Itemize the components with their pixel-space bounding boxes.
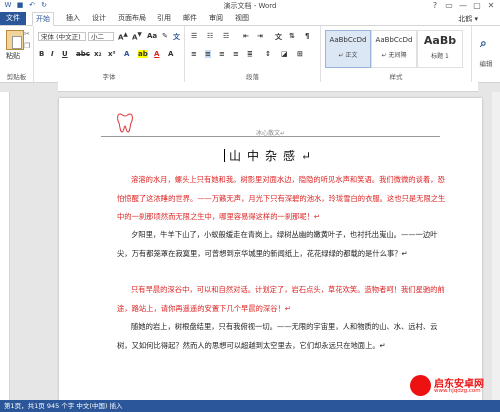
paragraph-label: 段落: [246, 73, 259, 81]
header-divider: [101, 136, 440, 137]
paste-icon[interactable]: [6, 30, 24, 50]
font-color-icon[interactable]: A: [154, 50, 159, 58]
decrease-indent-icon[interactable]: ⇤: [243, 32, 249, 40]
italic-button[interactable]: I: [51, 50, 54, 58]
style-no-spacing[interactable]: AaBbCcDd ↵ 无间隔: [371, 30, 417, 68]
tab-home[interactable]: 开始: [32, 12, 54, 26]
tab-design[interactable]: 设计: [92, 13, 106, 23]
vertical-ruler[interactable]: [0, 92, 10, 400]
style-sample: AaBb: [423, 34, 457, 47]
font-name-select[interactable]: 宋体 (中文正): [38, 32, 86, 41]
cut-icon[interactable]: ✂: [24, 30, 30, 38]
show-marks-icon[interactable]: ¶: [305, 32, 309, 40]
subscript-button[interactable]: x₂: [94, 50, 102, 58]
status-text: 第1页，共1页 945 个字 中文(中国) 插入: [4, 402, 123, 410]
style-name: 标题 1: [431, 53, 449, 60]
watermark: 启东安卓网 www.hjqdzg.com: [408, 373, 494, 399]
strikethrough-button[interactable]: abc: [76, 50, 90, 58]
font-group: 宋体 (中文正) 小二 A▲ A▼ Aa ✎ 文 B I U abc x₂ x²…: [34, 26, 185, 82]
ribbon-tabs: 文件 开始 插入 设计 页面布局 引用 邮件 审阅 视图 北鹤 ▾: [0, 12, 500, 26]
bold-button[interactable]: B: [39, 50, 44, 58]
maximize-button[interactable]: ▢: [470, 0, 484, 12]
horizontal-ruler[interactable]: [58, 82, 478, 92]
copy-icon[interactable]: ❐: [24, 42, 30, 50]
minimize-button[interactable]: —: [456, 0, 470, 12]
tab-references[interactable]: 引用: [157, 13, 171, 23]
find-icon[interactable]: ⌕: [480, 36, 487, 51]
window-title: 演示文档 - Word: [223, 2, 277, 10]
paragraph-1[interactable]: 溶溶的水月，螺头上只有她和我。树影里对面水边，隐隐的听见水声和笑语。我们微微的谈…: [117, 171, 447, 227]
style-sample: AaBbCcDd: [375, 36, 413, 44]
shrink-font-icon[interactable]: A▼: [132, 32, 142, 41]
char-shading-icon[interactable]: A: [168, 50, 173, 58]
change-case-icon[interactable]: Aa: [147, 32, 157, 40]
paragraph-group: ☰ ☷ ☲ ⇤ ⇥ 文 ⇅ ¶ ≡ ≡ ≡ ≡ ≣ ↕ ◪ ⊞ 段落: [185, 26, 321, 82]
style-sample: AaBbCcDd: [329, 36, 367, 44]
document-title[interactable]: 山中杂感↵: [59, 147, 482, 164]
clear-format-icon[interactable]: ✎: [162, 32, 168, 40]
underline-button[interactable]: U: [62, 50, 68, 58]
bullets-icon[interactable]: ☰: [191, 32, 197, 40]
style-heading-1[interactable]: AaBb 标题 1: [417, 30, 463, 68]
vertical-scrollbar[interactable]: [492, 92, 500, 400]
window-controls: ? ▭ — ▢ ✕: [428, 0, 498, 12]
paragraph-3[interactable]: 只有早晨的深谷中，可以和自然对话。计划定了，岩石点头，草花欢笑。造物者呵！我们星…: [117, 281, 447, 318]
user-account[interactable]: 北鹤 ▾: [458, 14, 478, 24]
paste-button[interactable]: 粘贴: [6, 51, 20, 61]
grow-font-icon[interactable]: A▲: [118, 32, 128, 41]
style-normal[interactable]: AaBbCcDd ↵ 正文: [325, 30, 371, 68]
align-right-icon[interactable]: ≡: [219, 50, 225, 58]
clipboard-label: 剪贴板: [6, 73, 27, 81]
ribbon-display-button[interactable]: ▭: [442, 0, 456, 12]
close-button[interactable]: ✕: [484, 0, 498, 12]
font-size-select[interactable]: 小二: [88, 32, 114, 41]
tab-view[interactable]: 视图: [235, 13, 249, 23]
tab-review[interactable]: 审阅: [209, 13, 223, 23]
title-bar: W ■ ↶ ↻ 演示文档 - Word ? ▭ — ▢ ✕: [0, 0, 500, 12]
paragraph-2[interactable]: 夕阳里，牛羊下山了，小蚁般缓走在青岗上。绿树丛幽的嫩黄叶子，也衬托出嵬山。——一…: [117, 226, 447, 263]
tab-page-layout[interactable]: 页面布局: [118, 13, 146, 23]
document-page[interactable]: 冰心散文↵ 山中杂感↵ 溶溶的水月，螺头上只有她和我。树影里对面水边，隐隐的听见…: [59, 98, 482, 400]
watermark-logo-icon: [410, 375, 431, 396]
status-bar: 第1页，共1页 945 个字 中文(中国) 插入: [0, 400, 500, 412]
styles-label: 样式: [389, 73, 403, 81]
highlight-icon[interactable]: ab: [138, 50, 148, 58]
sort-icon[interactable]: ⇅: [289, 32, 295, 40]
shading-icon[interactable]: ◪: [281, 50, 288, 58]
superscript-button[interactable]: x²: [108, 50, 116, 58]
style-name: ↵ 正文: [338, 52, 358, 59]
paragraph-4[interactable]: 随她的岩上，树根盘结里，只有我俯视一切。——无限的宇宙里，人和物质的山、水、远村…: [117, 318, 447, 355]
chinese-layout-icon[interactable]: 文: [275, 32, 282, 42]
font-label: 字体: [102, 73, 116, 81]
phonetic-icon[interactable]: 文: [173, 32, 180, 42]
ribbon: 粘贴 ✂ ❐ 剪贴板 宋体 (中文正) 小二 A▲ A▼ Aa ✎ 文 B I …: [0, 26, 500, 83]
watermark-url: www.hjqdzg.com: [434, 388, 481, 394]
align-center-icon[interactable]: ≡: [205, 50, 211, 58]
line-spacing-icon[interactable]: ↕: [265, 50, 271, 58]
style-name: ↵ 无间隔: [381, 52, 407, 59]
tab-mailings[interactable]: 邮件: [183, 13, 197, 23]
document-title-text: 山中杂感↵: [228, 149, 318, 163]
increase-indent-icon[interactable]: ⇥: [257, 32, 263, 40]
tab-file[interactable]: 文件: [0, 12, 26, 25]
text-cursor: [223, 149, 225, 162]
distributed-icon[interactable]: ≣: [247, 50, 253, 58]
help-button[interactable]: ?: [428, 0, 442, 12]
tab-insert[interactable]: 插入: [66, 13, 80, 23]
align-left-icon[interactable]: ≡: [191, 50, 197, 58]
justify-icon[interactable]: ≡: [233, 50, 239, 58]
multilevel-list-icon[interactable]: ☲: [223, 32, 229, 40]
numbering-icon[interactable]: ☷: [207, 32, 213, 40]
text-effects-icon[interactable]: A: [124, 50, 129, 58]
styles-group: AaBbCcDd ↵ 正文 AaBbCcDd ↵ 无间隔 AaBb 标题 1 样…: [321, 26, 472, 82]
clipboard-group: 粘贴 ✂ ❐ 剪贴板: [0, 26, 34, 82]
editing-group: ⌕ 编辑: [472, 26, 500, 82]
editing-button[interactable]: 编辑: [472, 58, 500, 68]
borders-icon[interactable]: ⊞: [297, 50, 303, 58]
